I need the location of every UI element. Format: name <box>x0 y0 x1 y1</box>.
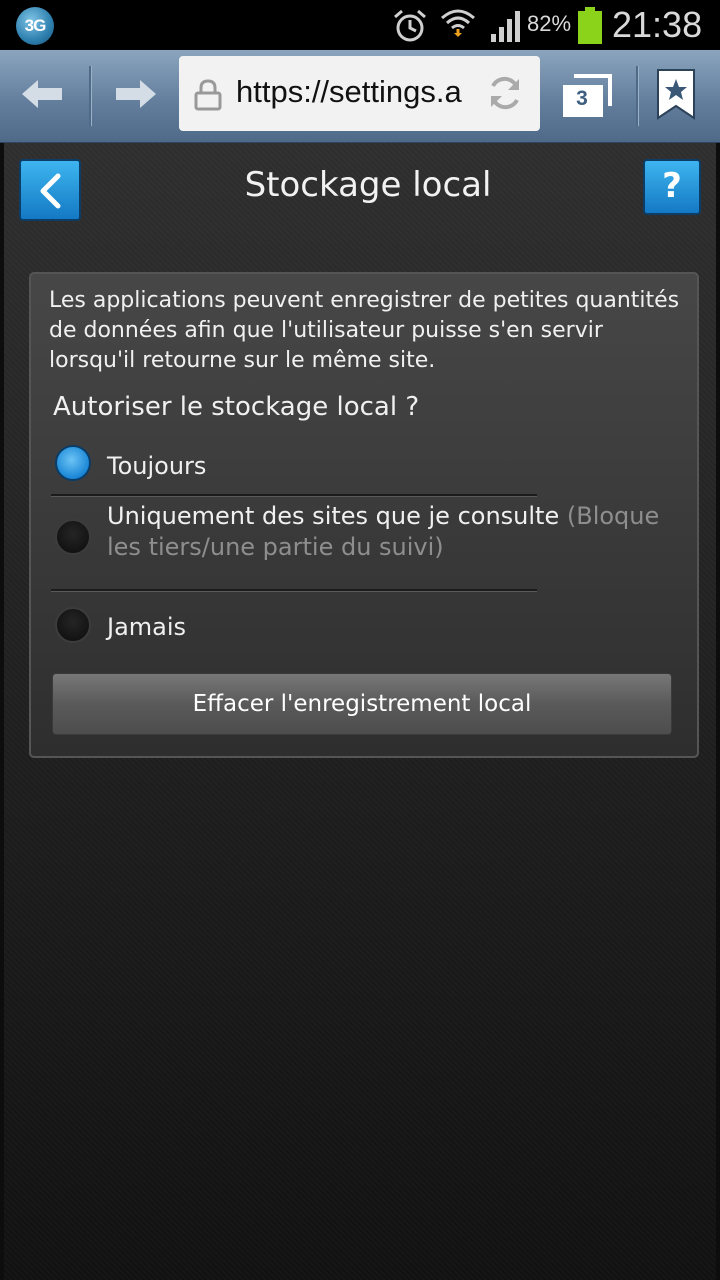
description-text: Les applications peuvent enregistrer de … <box>49 288 680 373</box>
divider <box>51 589 537 591</box>
settings-page: Stockage local ? Les applications peuven… <box>0 143 720 1280</box>
network-3g-icon: 3G <box>16 7 54 45</box>
help-button[interactable]: ? <box>643 159 701 215</box>
back-arrow-icon[interactable] <box>20 77 66 111</box>
lock-icon <box>194 79 222 111</box>
clear-local-storage-button[interactable]: Effacer l'enregistrement local <box>52 673 672 735</box>
alarm-icon <box>394 9 426 42</box>
divider <box>51 494 537 496</box>
reload-icon[interactable] <box>486 74 524 112</box>
radio-never[interactable] <box>55 607 91 643</box>
option-label-always[interactable]: Toujours <box>107 451 206 482</box>
browser-toolbar: https://settings.a 3 <box>0 50 720 143</box>
bookmark-icon[interactable] <box>656 68 696 120</box>
tab-count[interactable]: 3 <box>566 87 598 117</box>
forward-arrow-icon[interactable] <box>112 77 158 111</box>
wifi-icon <box>441 9 475 37</box>
url-bar[interactable]: https://settings.a <box>179 56 540 131</box>
battery-icon <box>578 7 602 44</box>
option-label-text: Uniquement des sites que je consulte <box>107 502 560 530</box>
local-storage-panel: Les applications peuvent enregistrer de … <box>29 272 699 758</box>
page-title: Stockage local <box>244 165 492 205</box>
status-bar: 3G 82% 21:38 <box>0 0 720 50</box>
option-label-never[interactable]: Jamais <box>107 612 186 643</box>
radio-visited-sites-only[interactable] <box>55 519 91 555</box>
option-label-visited-sites-only[interactable]: Uniquement des sites que je consulte (Bl… <box>107 501 667 563</box>
toolbar-divider <box>89 66 91 126</box>
question-label: Autoriser le stockage local ? <box>53 392 420 422</box>
toolbar-divider <box>636 66 638 126</box>
battery-percent: 82% <box>527 11 572 36</box>
signal-icon <box>491 11 520 42</box>
clock: 21:38 <box>612 4 703 45</box>
url-text[interactable]: https://settings.a <box>236 74 486 114</box>
chevron-left-icon <box>40 173 61 209</box>
back-button[interactable] <box>19 159 81 221</box>
radio-always[interactable] <box>55 445 91 481</box>
